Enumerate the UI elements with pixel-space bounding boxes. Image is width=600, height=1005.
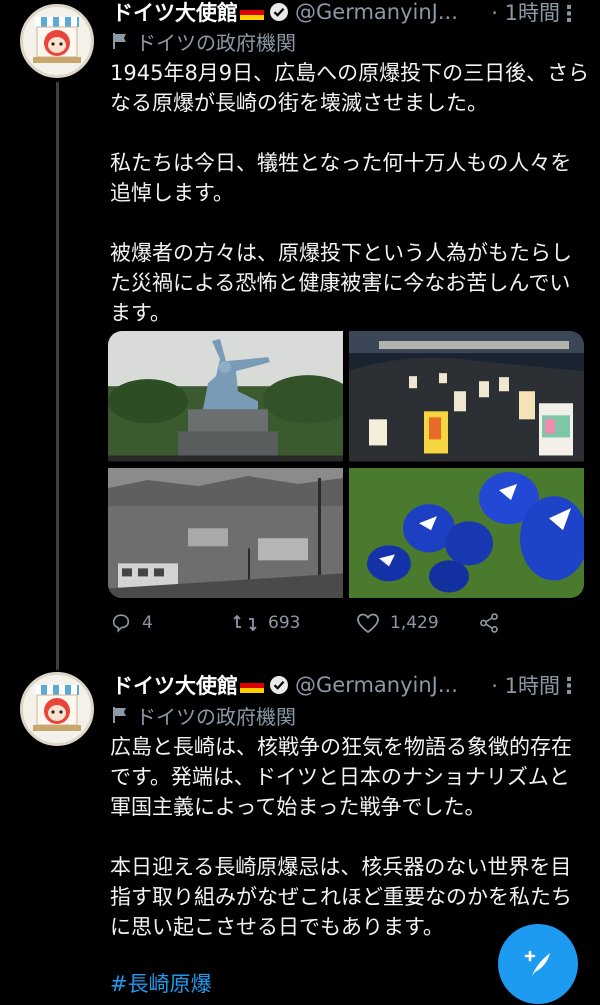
tweet-text: 広島と長崎は、核戦争の狂気を物語る象徴的存在です。発端は、ドイツと日本のナショナ… [110,735,572,939]
hashtag-link[interactable]: #長崎原爆 [110,968,212,998]
more-icon[interactable]: ⋮ [558,676,580,698]
government-label: ドイツの政府機関 [112,702,296,729]
handle[interactable]: @GermanyinJ... [295,0,458,24]
peace-statue-photo[interactable] [108,331,343,462]
government-flag-icon [113,33,126,49]
avatar[interactable] [20,672,94,746]
government-label: ドイツの政府機関 [112,28,296,55]
reply-icon [112,614,130,633]
memorial-lanterns-photo[interactable] [349,331,584,462]
government-label-text: ドイツの政府機関 [136,30,296,55]
ruined-city-photo[interactable] [108,467,343,599]
verified-icon [270,3,288,21]
tweet-header: ドイツ大使館 @GermanyinJ... · 1時間 [112,670,586,700]
retweet-button[interactable]: 693 [232,612,300,634]
handle[interactable]: @GermanyinJ... [295,673,458,697]
tweet-text: 1945年8月9日、広島への原爆投下の三日後、さらなる原爆が長崎の街を壊滅させま… [110,61,590,325]
media-grid[interactable] [108,331,584,598]
like-button[interactable]: 1,429 [356,612,439,634]
blue-dove-balloons-photo[interactable] [349,467,584,599]
tweet-header: ドイツ大使館 @GermanyinJ... · 1時間 [112,0,586,27]
tweet-actions: 4 693 1,429 [110,612,510,642]
reply-count: 4 [142,613,153,633]
share-icon [480,613,498,633]
retweet-icon [233,614,257,632]
like-count: 1,429 [390,613,439,633]
government-flag-icon [113,707,126,723]
germany-flag-icon [240,4,264,20]
avatar-mascot-icon [33,685,81,731]
compose-tweet-button[interactable] [498,924,578,1004]
display-name[interactable]: ドイツ大使館 [112,0,238,27]
retweet-count: 693 [268,613,301,633]
share-button[interactable] [478,612,500,634]
more-icon[interactable]: ⋮ [558,4,580,26]
thread-line [56,82,59,670]
germany-flag-icon [240,677,264,693]
avatar-mascot-icon [33,17,81,63]
avatar[interactable] [20,4,94,78]
reply-button[interactable]: 4 [110,612,153,634]
verified-icon [270,676,288,694]
compose-icon [524,950,550,976]
display-name[interactable]: ドイツ大使館 [112,670,238,700]
government-label-text: ドイツの政府機関 [136,704,296,729]
like-icon [357,613,379,634]
